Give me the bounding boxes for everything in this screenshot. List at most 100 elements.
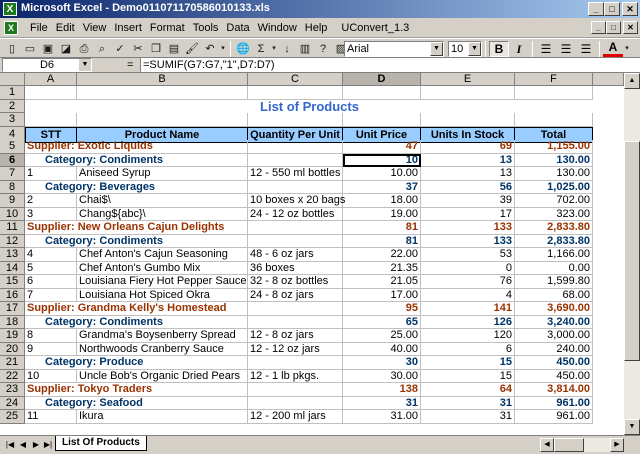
units-in-stock-cell[interactable]: 133 (421, 234, 515, 248)
units-in-stock-cell[interactable]: 15 (421, 369, 515, 383)
unit-price-cell[interactable]: 81 (343, 234, 421, 248)
total-cell[interactable]: 130.00 (515, 153, 593, 167)
product-name-cell[interactable]: Ikura (77, 410, 248, 424)
menu-item-format[interactable]: Format (146, 21, 189, 35)
supplier-label[interactable]: Supplier: Exotic Liquids (25, 140, 248, 154)
row-header-15[interactable]: 15 (0, 275, 25, 289)
column-header-d[interactable]: D (343, 73, 421, 86)
undo-dropdown-icon[interactable]: ▾ (219, 41, 227, 57)
first-sheet-icon[interactable]: |◀ (4, 438, 16, 451)
quantity-per-unit-cell[interactable]: 12 - 1 lb pkgs. (248, 369, 343, 383)
autosum-icon[interactable]: Σ (252, 41, 270, 57)
total-cell[interactable]: 1,025.00 (515, 180, 593, 194)
spelling-icon[interactable]: ✓ (111, 41, 129, 57)
category-label[interactable]: Category: Produce (25, 356, 248, 370)
font-name-select[interactable]: Arial ▼ (344, 41, 444, 57)
units-in-stock-cell[interactable]: 15 (421, 356, 515, 370)
quantity-per-unit-cell[interactable]: 24 - 12 oz bottles (248, 207, 343, 221)
quantity-per-unit-cell[interactable]: 32 - 8 oz bottles (248, 275, 343, 289)
total-cell[interactable]: 1,155.00 (515, 140, 593, 154)
product-name-cell[interactable]: Northwoods Cranberry Sauce (77, 342, 248, 356)
print-preview-icon[interactable]: ⌕ (93, 41, 111, 57)
total-cell[interactable]: 961.00 (515, 410, 593, 424)
row-header-21[interactable]: 21 (0, 356, 25, 370)
total-cell[interactable]: 450.00 (515, 356, 593, 370)
total-cell[interactable]: 130.00 (515, 167, 593, 181)
menu-item-help[interactable]: Help (301, 21, 332, 35)
units-in-stock-cell[interactable]: 13 (421, 153, 515, 167)
units-in-stock-cell[interactable]: 6 (421, 342, 515, 356)
total-cell[interactable]: 2,833.80 (515, 221, 593, 235)
units-in-stock-cell[interactable]: 126 (421, 315, 515, 329)
total-cell[interactable]: 702.00 (515, 194, 593, 208)
total-cell[interactable]: 450.00 (515, 369, 593, 383)
paste-icon[interactable]: ▤ (165, 41, 183, 57)
formula-input[interactable]: =SUMIF(G7:G7,"1",D7:D7) (140, 58, 640, 72)
cell[interactable] (25, 86, 77, 100)
quantity-per-unit-cell[interactable]: 36 boxes (248, 261, 343, 275)
align-right-icon[interactable]: ☰ (576, 41, 596, 57)
cell[interactable] (343, 113, 421, 127)
row-header-11[interactable]: 11 (0, 221, 25, 235)
total-cell[interactable]: 1,599.80 (515, 275, 593, 289)
horizontal-scrollbar[interactable]: ◀ ▶ (540, 438, 624, 452)
row-header-10[interactable]: 10 (0, 207, 25, 221)
cell[interactable] (248, 356, 343, 370)
doc-restore-button[interactable]: □ (606, 21, 621, 34)
format-painter-icon[interactable]: 🖌 (183, 41, 201, 57)
unit-price-cell[interactable]: 19.00 (343, 207, 421, 221)
vertical-scrollbar[interactable]: ▲ ▼ (624, 73, 640, 435)
unit-price-cell[interactable]: 17.00 (343, 288, 421, 302)
cell[interactable] (248, 86, 343, 100)
stt-cell[interactable]: 1 (25, 167, 77, 181)
chart-wizard-icon[interactable]: ▥ (296, 41, 314, 57)
total-cell[interactable]: 2,833.80 (515, 234, 593, 248)
stt-cell[interactable]: 11 (25, 410, 77, 424)
units-in-stock-cell[interactable]: 31 (421, 410, 515, 424)
stt-cell[interactable]: 8 (25, 329, 77, 343)
spreadsheet-grid[interactable]: A B C D E F 1 2 List of Products 3 4 STT Product Nam… (0, 73, 624, 435)
menu-item-insert[interactable]: Insert (110, 21, 146, 35)
unit-price-cell[interactable]: 21.35 (343, 261, 421, 275)
column-header-c[interactable]: C (248, 73, 343, 86)
row-header-16[interactable]: 16 (0, 288, 25, 302)
stt-cell[interactable]: 3 (25, 207, 77, 221)
unit-price-cell[interactable]: 21.05 (343, 275, 421, 289)
unit-price-cell[interactable]: 40.00 (343, 342, 421, 356)
supplier-label[interactable]: Supplier: Grandma Kelly's Homestead (25, 302, 248, 316)
row-header-5[interactable]: 5 (0, 140, 25, 154)
menu-item-data[interactable]: Data (222, 21, 253, 35)
cell[interactable] (421, 113, 515, 127)
product-name-cell[interactable]: Chang${abc}\ (77, 207, 248, 221)
cell[interactable] (248, 180, 343, 194)
cell[interactable] (77, 113, 248, 127)
cell[interactable] (248, 383, 343, 397)
row-header-13[interactable]: 13 (0, 248, 25, 262)
unit-price-cell[interactable]: 31.00 (343, 410, 421, 424)
excel-app-icon[interactable]: X (3, 2, 17, 16)
stt-cell[interactable]: 5 (25, 261, 77, 275)
column-header-f[interactable]: F (515, 73, 593, 86)
cell[interactable] (25, 113, 77, 127)
unit-price-cell[interactable]: 22.00 (343, 248, 421, 262)
quantity-per-unit-cell[interactable]: 12 - 200 ml jars (248, 410, 343, 424)
scroll-left-icon[interactable]: ◀ (540, 438, 554, 452)
quantity-per-unit-cell[interactable]: 12 - 8 oz jars (248, 329, 343, 343)
row-header-3[interactable]: 3 (0, 113, 25, 127)
row-header-7[interactable]: 7 (0, 167, 25, 181)
chevron-down-icon[interactable]: ▼ (430, 42, 443, 56)
units-in-stock-cell[interactable]: 133 (421, 221, 515, 235)
copy-icon[interactable]: ❐ (147, 41, 165, 57)
cell[interactable] (77, 86, 248, 100)
help-icon[interactable]: ? (314, 41, 332, 57)
new-icon[interactable]: ▯ (3, 41, 21, 57)
quantity-per-unit-cell[interactable]: 10 boxes x 20 bags (248, 194, 345, 208)
category-label[interactable]: Category: Condiments (25, 153, 248, 167)
hyperlink-icon[interactable]: 🌐 (234, 41, 252, 57)
unit-price-cell[interactable]: 31 (343, 396, 421, 410)
cell[interactable] (248, 113, 343, 127)
row-header-6[interactable]: 6 (0, 153, 25, 167)
supplier-label[interactable]: Supplier: New Orleans Cajun Delights (25, 221, 248, 235)
cell[interactable] (248, 140, 343, 154)
quantity-per-unit-cell[interactable]: 24 - 8 oz jars (248, 288, 343, 302)
